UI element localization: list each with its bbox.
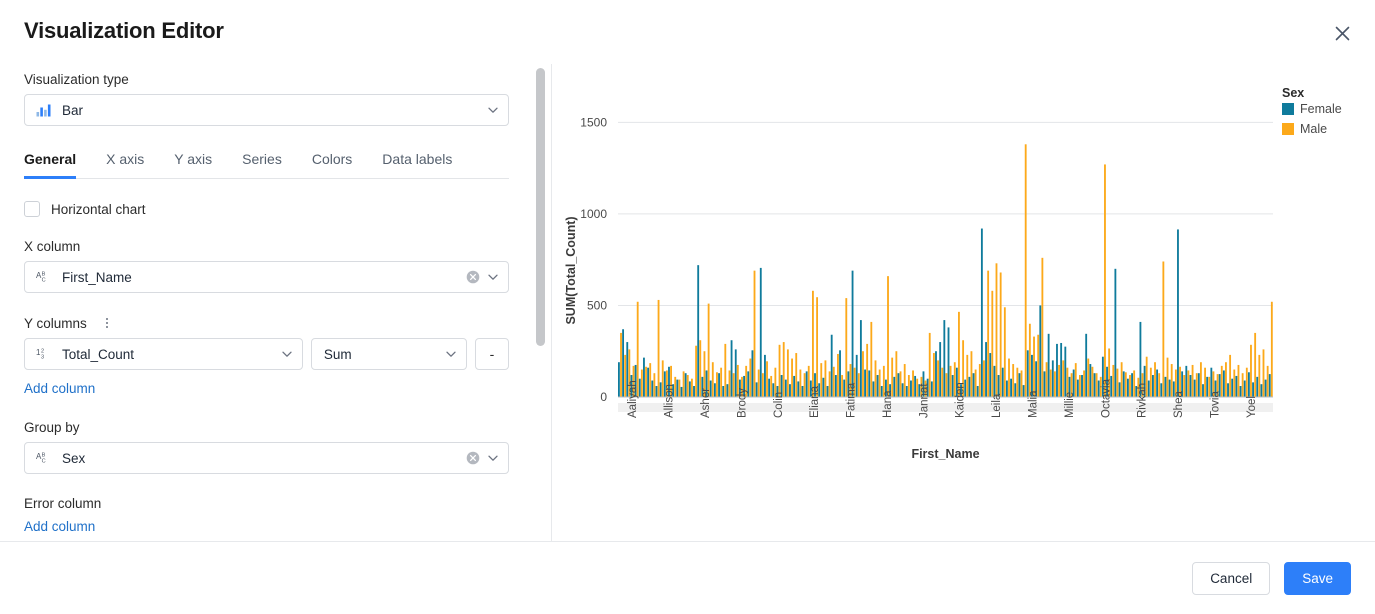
- chevron-down-icon: [486, 103, 500, 117]
- number-column-icon: 1 2 3: [35, 347, 53, 361]
- svg-text:Colin: Colin: [773, 392, 785, 418]
- save-button[interactable]: Save: [1284, 562, 1351, 595]
- svg-text:Hana: Hana: [882, 390, 894, 418]
- svg-text:500: 500: [587, 298, 607, 312]
- svg-text:2: 2: [41, 348, 44, 354]
- y-aggregate-value: Sum: [322, 347, 438, 362]
- horizontal-chart-checkbox-row[interactable]: Horizontal chart: [24, 201, 509, 217]
- chart-preview: 0 500 1000 1500 Aaliyah Allison Asher Brody Coli…: [553, 64, 1375, 541]
- tab-data-labels[interactable]: Data labels: [382, 151, 452, 179]
- svg-text:Brody: Brody: [736, 388, 748, 418]
- tab-general[interactable]: General: [24, 151, 76, 179]
- svg-text:Aaliyah: Aaliyah: [627, 380, 639, 418]
- svg-text:Millie: Millie: [1064, 392, 1076, 418]
- chevron-down-icon: [486, 270, 500, 284]
- settings-tabs: General X axis Y axis Series Colors Data…: [24, 150, 509, 179]
- svg-text:First_Name: First_Name: [911, 447, 979, 461]
- remove-y-column-button[interactable]: -: [475, 338, 509, 370]
- visualization-type-select[interactable]: Bar: [24, 94, 509, 126]
- add-error-column-link[interactable]: Add column: [24, 519, 95, 534]
- chevron-down-icon: [280, 347, 294, 361]
- modal-footer: Cancel Save: [0, 541, 1375, 614]
- chevron-down-icon: [486, 451, 500, 465]
- visualization-editor-modal: Visualization Editor Visualization type …: [0, 0, 1375, 614]
- svg-text:Eliana: Eliana: [809, 385, 821, 418]
- svg-text:0: 0: [600, 390, 607, 404]
- visualization-type-value: Bar: [62, 103, 480, 118]
- svg-text:1000: 1000: [580, 207, 607, 221]
- horizontal-chart-checkbox[interactable]: [24, 201, 40, 217]
- group-by-label: Group by: [24, 420, 509, 435]
- svg-text:SUM(Total_Count): SUM(Total_Count): [564, 216, 578, 324]
- svg-text:Malia: Malia: [1028, 390, 1040, 418]
- y-column-select[interactable]: 1 2 3 Total_Count: [24, 338, 303, 370]
- svg-text:Octavia: Octavia: [1100, 378, 1112, 418]
- error-column-label: Error column: [24, 496, 509, 511]
- x-column-select[interactable]: A B C First_Name: [24, 261, 509, 293]
- kebab-menu-icon[interactable]: [101, 315, 113, 331]
- cancel-button[interactable]: Cancel: [1192, 562, 1270, 595]
- x-column-label: X column: [24, 239, 509, 254]
- clear-group-by-icon[interactable]: [466, 451, 480, 465]
- svg-text:Tovia: Tovia: [1209, 391, 1221, 418]
- bar-chart-icon: [35, 103, 53, 117]
- svg-text:Sex: Sex: [1282, 86, 1304, 100]
- x-column-value: First_Name: [62, 270, 466, 285]
- svg-text:Kaiden: Kaiden: [955, 382, 967, 418]
- tab-colors[interactable]: Colors: [312, 151, 352, 179]
- text-column-icon: A B C: [35, 451, 53, 465]
- settings-scrollbar-thumb[interactable]: [536, 68, 545, 346]
- clear-x-column-icon[interactable]: [466, 270, 480, 284]
- y-columns-label: Y columns: [24, 316, 87, 331]
- svg-text:B: B: [41, 452, 45, 458]
- svg-text:Female: Female: [1300, 102, 1342, 116]
- close-icon[interactable]: [1325, 16, 1359, 50]
- horizontal-chart-label: Horizontal chart: [51, 202, 146, 217]
- svg-text:Leila: Leila: [991, 393, 1003, 418]
- svg-text:Shea: Shea: [1173, 391, 1185, 418]
- svg-text:Male: Male: [1300, 122, 1327, 136]
- svg-text:1500: 1500: [580, 115, 607, 129]
- page-title: Visualization Editor: [24, 18, 224, 44]
- tab-series[interactable]: Series: [242, 151, 282, 179]
- svg-text:Rivkah: Rivkah: [1137, 383, 1149, 418]
- tab-y-axis[interactable]: Y axis: [174, 151, 212, 179]
- add-y-column-link[interactable]: Add column: [24, 381, 95, 396]
- tab-x-axis[interactable]: X axis: [106, 151, 144, 179]
- svg-text:Allison: Allison: [664, 384, 676, 418]
- svg-text:C: C: [41, 459, 45, 465]
- svg-text:3: 3: [41, 355, 44, 361]
- svg-text:Jannat: Jannat: [918, 383, 930, 418]
- svg-text:Asher: Asher: [700, 388, 712, 418]
- settings-panel: Visualization type Bar General: [0, 64, 552, 541]
- group-by-value: Sex: [62, 451, 466, 466]
- svg-text:Fatima: Fatima: [846, 382, 858, 418]
- chevron-down-icon: [444, 347, 458, 361]
- settings-scrollbar-track[interactable]: [536, 68, 545, 536]
- svg-text:C: C: [41, 278, 45, 284]
- text-column-icon: A B C: [35, 270, 53, 284]
- y-column-value: Total_Count: [62, 347, 274, 362]
- svg-text:Yoel: Yoel: [1246, 396, 1258, 418]
- y-aggregate-select[interactable]: Sum: [311, 338, 467, 370]
- bar-chart: 0 500 1000 1500 Aaliyah Allison Asher Brody Coli…: [553, 64, 1375, 541]
- visualization-type-label: Visualization type: [24, 72, 509, 87]
- group-by-select[interactable]: A B C Sex: [24, 442, 509, 474]
- y-column-row: 1 2 3 Total_Count Sum: [24, 338, 509, 370]
- svg-text:B: B: [41, 271, 45, 277]
